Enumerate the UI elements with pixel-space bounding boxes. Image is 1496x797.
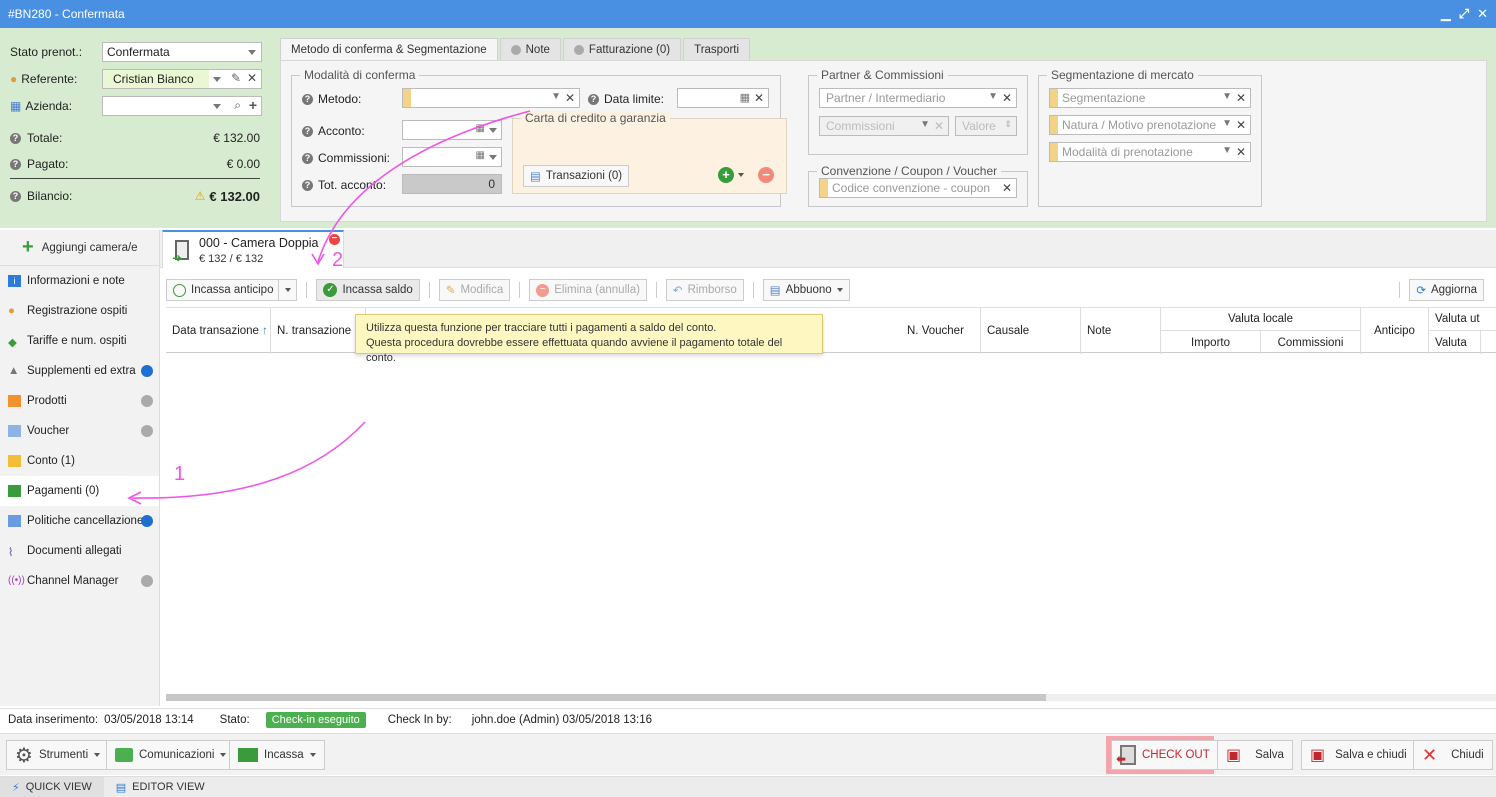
scrollbar-thumb[interactable] [166, 694, 1046, 701]
status-line: Data inserimento: 03/05/2018 13:14 Stato… [0, 708, 1496, 730]
close-icon: ✕ [1422, 744, 1438, 765]
stato-label: Stato: [219, 713, 250, 726]
checkout-door-icon: ⬅ [1116, 745, 1136, 766]
incassa-button[interactable]: Incassa [229, 740, 325, 770]
lightning-icon: ⚡ [12, 781, 20, 794]
inserimento-value: 03/05/2018 13:14 [104, 713, 194, 726]
tab-quick-view[interactable]: ⚡ QUICK VIEW [0, 777, 104, 797]
editor-icon: ▤ [115, 781, 127, 794]
arrow-2 [317, 110, 531, 263]
chevron-down-icon [220, 753, 227, 757]
chevron-down-icon [309, 753, 316, 757]
chiudi-button[interactable]: ✕ Chiudi [1413, 740, 1493, 770]
comunicazioni-button[interactable]: Comunicazioni [106, 740, 236, 770]
view-switcher: ⚡ QUICK VIEW ▤ EDITOR VIEW [0, 776, 1496, 797]
strumenti-button[interactable]: ⚙ Strumenti [6, 740, 110, 770]
checkin-label: Check In by: [387, 713, 452, 726]
save-icon: ▣ [1226, 747, 1242, 764]
checkout-button[interactable]: ⬅ CHECK OUT [1111, 740, 1219, 770]
chat-icon [115, 748, 133, 762]
checkin-value: john.doe (Admin) 03/05/2018 13:16 [471, 713, 653, 726]
money-icon [238, 748, 258, 762]
annotation-number-2: 2 [332, 249, 344, 271]
tab-editor-view[interactable]: ▤ EDITOR VIEW [104, 777, 217, 797]
salva-chiudi-button[interactable]: ▣ Salva e chiudi [1301, 740, 1416, 770]
gear-icon: ⚙ [15, 744, 33, 767]
arrow-1 [131, 421, 366, 499]
grid-horizontal-scrollbar[interactable] [166, 694, 1496, 701]
annotation-number-1: 1 [174, 463, 186, 485]
chevron-down-icon [94, 753, 101, 757]
stato-badge: Check-in eseguito [265, 711, 366, 728]
inserimento-label: Data inserimento: [8, 713, 99, 726]
save-close-icon: ▣ [1310, 747, 1326, 764]
bottom-action-bar: ⚙ Strumenti Comunicazioni Incassa ⬅ CHECK … [0, 733, 1496, 775]
annotation-arrows [127, 110, 531, 505]
salva-button[interactable]: ▣ Salva [1217, 740, 1293, 770]
